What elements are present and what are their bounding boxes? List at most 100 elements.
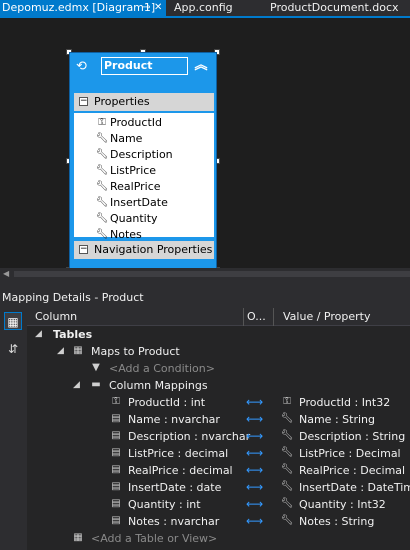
grid-header: Column O... Value / Property [27, 308, 410, 326]
scroll-left-icon[interactable]: ◀ [3, 268, 9, 280]
close-icon[interactable]: ✕ [154, 0, 162, 16]
expand-triangle-icon[interactable]: ◢ [35, 326, 42, 343]
column-mapping-row[interactable]: ▤ InsertDate : date ⟷ 🔧︎ InsertDate : Da… [27, 479, 410, 496]
navigation-properties-header[interactable]: − Navigation Properties [74, 241, 214, 259]
wrench-icon: 🔧︎ [280, 515, 294, 526]
tab-app-config[interactable]: App.config [174, 0, 233, 16]
entity-header[interactable]: ⟲ Product ︽ [70, 53, 216, 81]
column-header-column[interactable]: Column [35, 308, 77, 326]
bidirectional-arrow-icon: ⟷ [246, 514, 264, 528]
collapse-minus-icon[interactable]: − [79, 97, 88, 106]
column-icon: ▤ [111, 515, 121, 526]
db-column[interactable]: Name : nvarchar [128, 411, 220, 428]
entity-property[interactable]: Description : String [299, 428, 405, 445]
designer-horizontal-scrollbar[interactable]: ◀ [0, 268, 410, 280]
map-to-table-icon[interactable]: ▦ [4, 312, 22, 330]
db-column[interactable]: ListPrice : decimal [128, 445, 228, 462]
bidirectional-arrow-icon: ⟷ [246, 429, 264, 443]
property-item[interactable]: 🔧︎ Notes [74, 227, 214, 241]
column-icon: ▤ [111, 481, 121, 492]
column-mappings-label: Column Mappings [109, 379, 208, 392]
maps-to-row[interactable]: ◢ ▦ Maps to Product [27, 343, 410, 360]
column-mapping-row[interactable]: ▤ Description : nvarchar ⟷ 🔧︎ Descriptio… [27, 428, 410, 445]
wrench-icon: 🔧︎ [95, 165, 109, 176]
filter-icon: ▼ [92, 362, 100, 373]
property-name: ListPrice [110, 164, 157, 177]
wrench-icon: 🔧︎ [280, 481, 294, 492]
navigation-header-label: Navigation Properties [94, 243, 213, 256]
db-column[interactable]: Description : nvarchar [128, 428, 250, 445]
db-column[interactable]: Quantity : int [128, 496, 201, 513]
entity-property[interactable]: Notes : String [299, 513, 374, 530]
db-column[interactable]: Notes : nvarchar [128, 513, 219, 530]
key-icon: ⚿ [98, 117, 106, 128]
entity-shape-product[interactable]: ⟲ Product ︽ − Properties ⚿ ProductId 🔧︎ … [69, 52, 217, 270]
collapse-minus-icon[interactable]: − [79, 245, 88, 254]
entity-property[interactable]: Quantity : Int32 [299, 496, 386, 513]
db-column[interactable]: RealPrice : decimal [128, 462, 233, 479]
property-item[interactable]: 🔧︎ Quantity [74, 211, 214, 227]
add-table-row[interactable]: ▦ <Add a Table or View> [27, 530, 410, 547]
properties-section-header[interactable]: − Properties [74, 93, 214, 111]
entity-property[interactable]: ListPrice : Decimal [299, 445, 401, 462]
property-item[interactable]: 🔧︎ Name [74, 131, 214, 147]
add-table-label[interactable]: <Add a Table or View> [91, 530, 217, 547]
pin-icon[interactable]: ⊸ [142, 0, 150, 16]
entity-property[interactable]: Name : String [299, 411, 375, 428]
entity-property[interactable]: InsertDate : DateTime [299, 479, 410, 496]
entity-name-field[interactable]: Product [101, 57, 188, 75]
add-condition-row[interactable]: ▼ <Add a Condition> [27, 360, 410, 377]
property-item[interactable]: 🔧︎ Description [74, 147, 214, 163]
column-mappings-row[interactable]: ◢ ▬ Column Mappings [27, 377, 410, 394]
db-column[interactable]: InsertDate : date [128, 479, 221, 496]
maps-to-label: Maps to Product [91, 345, 180, 358]
tab-label: ProductDocument.docx [270, 1, 399, 14]
property-name: Quantity [110, 212, 158, 225]
property-item[interactable]: 🔧︎ ListPrice [74, 163, 214, 179]
property-item[interactable]: ⚿ ProductId [74, 115, 214, 131]
bidirectional-arrow-icon: ⟷ [246, 497, 264, 511]
property-name: Name [110, 132, 143, 145]
column-mapping-row[interactable]: ▤ Quantity : int ⟷ 🔧︎ Quantity : Int32 [27, 496, 410, 513]
properties-header-label: Properties [94, 95, 150, 108]
entity-property[interactable]: RealPrice : Decimal [299, 462, 405, 479]
property-item[interactable]: 🔧︎ RealPrice [74, 179, 214, 195]
property-name: Description [110, 148, 173, 161]
bidirectional-arrow-icon: ⟷ [246, 395, 264, 409]
tab-product-document[interactable]: ProductDocument.docx [270, 0, 399, 16]
db-column[interactable]: ProductId : int [128, 394, 205, 411]
column-icon: ▤ [111, 413, 121, 424]
column-icon: ▤ [111, 430, 121, 441]
column-divider[interactable] [273, 308, 274, 326]
property-item[interactable]: 🔧︎ InsertDate [74, 195, 214, 211]
column-mapping-row[interactable]: ▤ Name : nvarchar ⟷ 🔧︎ Name : String [27, 411, 410, 428]
wrench-icon: 🔧︎ [95, 181, 109, 192]
entity-property[interactable]: ProductId : Int32 [299, 394, 390, 411]
collapse-chevron-icon[interactable]: ︽ [192, 57, 210, 75]
table-icon: ▦ [73, 532, 83, 543]
column-mapping-row[interactable]: ▤ Notes : nvarchar ⟷ 🔧︎ Notes : String [27, 513, 410, 530]
column-mapping-row[interactable]: ▤ ListPrice : decimal ⟷ 🔧︎ ListPrice : D… [27, 445, 410, 462]
tab-label: Depomuz.edmx [Diagram1] [2, 1, 156, 14]
entity-type-icon: ⟲ [76, 59, 87, 74]
column-header-value[interactable]: Value / Property [283, 308, 370, 326]
key-column-icon: ⚿ [112, 396, 120, 407]
tab-depomuz-diagram[interactable]: Depomuz.edmx [Diagram1] ⊸ ✕ [0, 0, 166, 16]
wrench-icon: 🔧︎ [280, 413, 294, 424]
column-mapping-row[interactable]: ⚿ ProductId : int ⟷ ⚿ ProductId : Int32 [27, 394, 410, 411]
wrench-icon: 🔧︎ [95, 133, 109, 144]
mapping-toolbar: ▦ ⇵ [0, 308, 26, 550]
tables-group-row[interactable]: ◢ Tables [27, 326, 410, 343]
expand-triangle-icon[interactable]: ◢ [57, 343, 64, 360]
map-to-functions-icon[interactable]: ⇵ [4, 340, 22, 358]
key-icon: ⚿ [283, 396, 291, 407]
property-name: InsertDate [110, 196, 168, 209]
column-mapping-row[interactable]: ▤ RealPrice : decimal ⟷ 🔧︎ RealPrice : D… [27, 462, 410, 479]
expand-triangle-icon[interactable]: ◢ [73, 377, 80, 394]
scrollbar-track[interactable] [14, 271, 410, 277]
column-divider[interactable] [243, 308, 244, 326]
column-header-operator[interactable]: O... [247, 308, 266, 326]
add-condition-label[interactable]: <Add a Condition> [109, 360, 215, 377]
entity-designer-surface[interactable]: ⟲ Product ︽ − Properties ⚿ ProductId 🔧︎ … [0, 18, 410, 273]
mapping-details-title: Mapping Details - Product [2, 291, 144, 304]
